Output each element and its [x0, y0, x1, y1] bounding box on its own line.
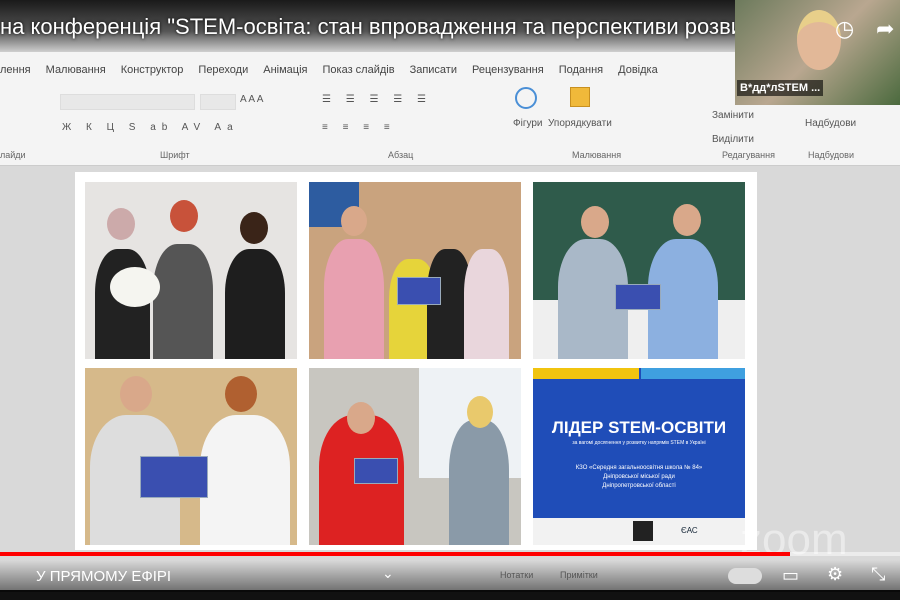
ribbon-tabs: лення Малювання Конструктор Переходи Ані…	[0, 64, 673, 76]
progress-bar[interactable]	[0, 552, 900, 556]
group-label: Шрифт	[160, 150, 190, 160]
tab: Подання	[558, 64, 604, 76]
zoom-watermark: zoom	[740, 515, 848, 564]
video-player[interactable]: лення Малювання Конструктор Переходи Ані…	[0, 0, 900, 590]
award-school: КЗО «Середня загальноосвітня школа № 84»	[575, 465, 703, 471]
tab: Рецензування	[471, 64, 544, 76]
autoplay-toggle[interactable]	[728, 568, 762, 584]
award-region: Дніпропетровської області	[602, 483, 676, 489]
subtitles-icon[interactable]: ▭	[782, 565, 799, 586]
share-icon[interactable]: ➦	[876, 16, 894, 42]
player-controls: У ПРЯМОМУ ЕФІРІ ⌄ Нотатки Примітки ▭ ⚙ ⤡	[0, 560, 900, 592]
award-city: Дніпровської міської ради	[603, 474, 675, 480]
font-size-box	[200, 94, 236, 110]
qr-code-icon	[633, 521, 653, 541]
group-label: Надбудови	[808, 150, 854, 160]
tab: Малювання	[45, 64, 106, 76]
format-tools: Ж К Ц S ab AV Aa	[62, 122, 239, 133]
tab: Показ слайдів	[322, 64, 395, 76]
group-label: Малювання	[572, 150, 622, 160]
group-label: Абзац	[388, 150, 414, 160]
tab: Анімація	[263, 64, 308, 76]
eas-logo: ЄАС	[681, 526, 698, 535]
font-tools: A A A	[240, 94, 264, 105]
font-name-box	[60, 94, 195, 110]
photo-3	[533, 182, 745, 359]
notes-button: Нотатки	[500, 570, 534, 580]
tab: Переходи	[198, 64, 249, 76]
group-label: Редагування	[722, 150, 775, 160]
select-button: Виділити	[712, 134, 754, 145]
group-label: лайди	[0, 150, 26, 160]
photo-2	[309, 182, 521, 359]
watch-later-icon[interactable]: ◷	[835, 16, 854, 42]
video-title[interactable]: на конференція "STEM-освіта: стан впрова…	[0, 14, 782, 40]
settings-icon[interactable]: ⚙	[827, 564, 843, 585]
photo-1	[85, 182, 297, 359]
shapes-icon	[515, 87, 537, 109]
photo-5	[309, 368, 521, 545]
arrange-button: Упорядкувати	[548, 118, 612, 129]
align-tools: ≡ ≡ ≡ ≡	[322, 122, 396, 133]
replace-button: Замінити	[712, 110, 754, 121]
addins-button: Надбудови	[805, 118, 857, 129]
award-certificate: ЛІДЕР STEM-ОСВІТИ за вагомі досягнення у…	[533, 368, 745, 545]
comments-button: Примітки	[560, 570, 598, 580]
shapes-button: Фігури	[513, 118, 543, 129]
award-subtitle: за вагомі досягнення у розвитку напрямів…	[572, 440, 706, 446]
arrange-icon	[570, 87, 590, 107]
exit-fullscreen-icon[interactable]: ⤡	[871, 564, 885, 585]
participant-name: В*дд*лSTEM ...	[737, 80, 824, 96]
progress-fill	[0, 552, 791, 556]
tab: Записати	[409, 64, 457, 76]
chevron-down-icon[interactable]: ⌄	[382, 565, 394, 582]
slide: ЛІДЕР STEM-ОСВІТИ за вагомі досягнення у…	[75, 172, 757, 550]
photo-4	[85, 368, 297, 545]
award-title: ЛІДЕР STEM-ОСВІТИ	[551, 418, 727, 437]
live-badge[interactable]: У ПРЯМОМУ ЕФІРІ	[36, 568, 171, 585]
tab: Конструктор	[120, 64, 184, 76]
list-tools: ☰ ☰ ☰ ☰ ☰	[322, 94, 432, 105]
tab: Довідка	[618, 64, 658, 76]
tab: лення	[0, 64, 31, 76]
